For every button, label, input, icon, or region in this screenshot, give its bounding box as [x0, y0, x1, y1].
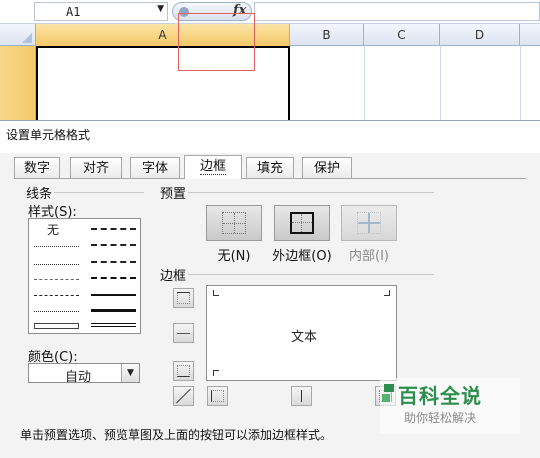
tab-label: 填充	[256, 161, 283, 176]
gridline	[440, 46, 441, 122]
line-style-option[interactable]	[34, 279, 79, 280]
border-bottom-button[interactable]	[173, 361, 194, 381]
divider	[188, 274, 434, 275]
line-group-label: 线条	[26, 187, 53, 202]
preset-inside-button[interactable]	[341, 205, 397, 241]
tab-label: 保护	[313, 161, 340, 176]
corner-mark	[384, 290, 390, 296]
border-middle-icon	[177, 333, 190, 334]
worksheet-grid	[0, 46, 540, 122]
line-style-option[interactable]	[91, 228, 136, 230]
border-middle-button[interactable]	[173, 323, 194, 343]
border-top-icon	[177, 292, 190, 304]
tab-font[interactable]: 字体	[130, 157, 180, 179]
color-value: 自动	[65, 370, 92, 385]
line-style-list[interactable]: 无	[28, 218, 141, 334]
line-style-option[interactable]	[91, 261, 136, 263]
border-vertical-icon	[301, 390, 302, 402]
watermark-title: 百科全说	[398, 384, 482, 408]
cell-reference: A1	[66, 5, 81, 19]
line-style-option[interactable]	[34, 323, 79, 329]
preset-inside-icon	[357, 212, 381, 234]
preset-outline-icon	[290, 212, 314, 234]
tab-protection[interactable]: 保护	[302, 157, 352, 179]
watermark-logo-icon	[382, 384, 394, 402]
border-left-button[interactable]	[207, 386, 228, 406]
column-headers: A B C D	[0, 24, 540, 46]
chevron-down-icon[interactable]: ▼	[121, 364, 139, 382]
line-style-option[interactable]	[91, 309, 136, 312]
line-style-option[interactable]	[91, 277, 136, 279]
line-style-option[interactable]	[91, 244, 136, 246]
row-header[interactable]	[0, 46, 36, 122]
formula-bar: A1 ▼ fx	[0, 0, 540, 24]
preset-outline-button[interactable]	[274, 205, 330, 241]
preset-outline-label: 外边框(O)	[272, 249, 332, 264]
tab-label: 边框	[199, 159, 226, 175]
preset-none-button[interactable]	[206, 205, 262, 241]
border-section-label: 边框	[160, 269, 187, 284]
column-header-b[interactable]: B	[290, 24, 364, 46]
divider	[188, 192, 434, 193]
watermark: 百科全说 助你轻松解决	[380, 378, 520, 434]
tab-label: 数字	[23, 161, 50, 176]
preset-none-icon	[222, 212, 246, 234]
tab-alignment[interactable]: 对齐	[70, 157, 122, 179]
color-dropdown[interactable]: 自动 ▼	[28, 363, 140, 385]
tab-label: 字体	[141, 161, 168, 176]
diagonal-up-icon	[176, 388, 191, 404]
border-diagonal-up-button[interactable]	[173, 386, 194, 406]
formula-input[interactable]	[254, 2, 540, 21]
line-style-option[interactable]	[34, 246, 79, 247]
presets-label: 预置	[160, 187, 187, 202]
preset-none-label: 无(N)	[217, 249, 251, 264]
corner-mark	[213, 370, 219, 376]
select-all-button[interactable]	[0, 24, 36, 46]
style-none-option[interactable]: 无	[47, 221, 59, 238]
divider	[54, 192, 144, 193]
preset-inside-label: 内部(I)	[349, 249, 389, 264]
tab-label: 对齐	[82, 161, 109, 176]
highlight-box	[178, 13, 255, 71]
preview-text: 文本	[291, 330, 318, 345]
line-style-option[interactable]	[91, 294, 136, 296]
tab-fill[interactable]: 填充	[246, 157, 294, 179]
corner-mark	[213, 290, 219, 296]
line-style-option[interactable]	[91, 323, 136, 327]
chevron-down-icon[interactable]: ▼	[157, 4, 164, 14]
name-box[interactable]: A1 ▼	[34, 2, 168, 21]
column-header-c[interactable]: C	[364, 24, 440, 46]
border-preview[interactable]: 文本	[206, 285, 397, 381]
gridline	[364, 46, 365, 122]
line-style-option[interactable]	[34, 264, 79, 265]
border-top-button[interactable]	[173, 288, 194, 308]
border-vertical-button[interactable]	[291, 386, 312, 406]
line-style-option[interactable]	[34, 311, 79, 312]
hint-text: 单击预置选项、预览草图及上面的按钮可以添加边框样式。	[20, 428, 333, 442]
watermark-subtitle: 助你轻松解决	[404, 411, 477, 425]
dialog-title: 设置单元格格式	[6, 128, 91, 142]
border-bottom-icon	[177, 365, 190, 377]
column-header-d[interactable]: D	[440, 24, 520, 46]
gridline	[520, 46, 521, 122]
line-style-option[interactable]	[34, 295, 79, 296]
tab-number[interactable]: 数字	[14, 157, 60, 179]
tab-border[interactable]: 边框	[184, 155, 242, 179]
border-left-icon	[211, 390, 224, 402]
